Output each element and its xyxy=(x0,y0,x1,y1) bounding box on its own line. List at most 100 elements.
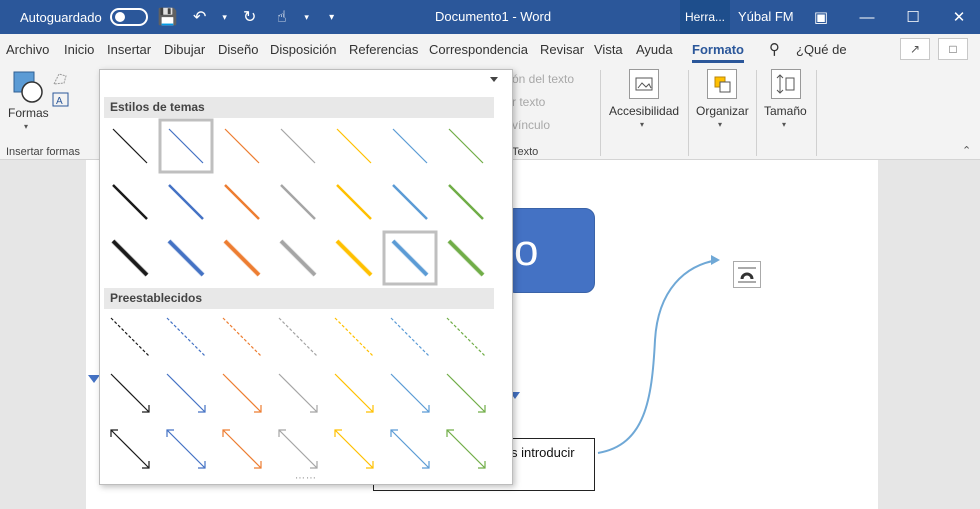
preset-style-gray-row1[interactable] xyxy=(278,317,318,357)
tab-diseno[interactable]: Diseño xyxy=(218,42,258,57)
size-dropdown-icon[interactable]: ▾ xyxy=(782,120,786,129)
autosave-label: Autoguardado xyxy=(20,9,102,25)
text-direction-button[interactable]: ón del texto xyxy=(512,72,574,86)
text-box-icon[interactable]: A xyxy=(52,92,70,108)
curved-arrow-connector[interactable] xyxy=(590,250,730,460)
drawing-tools-tab[interactable]: Herra... xyxy=(680,0,730,34)
touch-dropdown-icon[interactable]: ▾ xyxy=(302,12,312,23)
accessibility-dropdown-icon[interactable]: ▾ xyxy=(640,120,644,129)
theme-style-gold-row2[interactable] xyxy=(336,184,372,220)
preset-style-blue-row1[interactable] xyxy=(166,317,206,357)
close-icon[interactable]: ✕ xyxy=(936,0,980,34)
tab-revisar[interactable]: Revisar xyxy=(540,42,584,57)
preset-style-gray-row2[interactable] xyxy=(278,373,318,413)
preset-style-green-row1[interactable] xyxy=(446,317,486,357)
edit-shape-icon[interactable] xyxy=(52,72,74,86)
theme-style-black-row2[interactable] xyxy=(112,184,148,220)
arrange-dropdown-icon[interactable]: ▾ xyxy=(718,120,722,129)
preset-style-black-row1[interactable] xyxy=(110,317,150,357)
ribbon-display-icon[interactable]: ▣ xyxy=(798,0,844,34)
preset-style-green-row3[interactable] xyxy=(446,429,486,469)
preset-style-gold-row2[interactable] xyxy=(334,373,374,413)
theme-style-black-row1[interactable] xyxy=(112,128,148,164)
minimize-icon[interactable]: — xyxy=(844,0,890,34)
collapse-ribbon-icon[interactable]: ⌃ xyxy=(962,144,971,157)
tab-vista[interactable]: Vista xyxy=(594,42,623,57)
undo-dropdown-icon[interactable]: ▾ xyxy=(220,12,230,23)
theme-style-lightblue-row1[interactable] xyxy=(392,128,428,164)
preset-style-gray-row3[interactable] xyxy=(278,429,318,469)
maximize-icon[interactable]: ☐ xyxy=(890,0,936,34)
tab-dibujar[interactable]: Dibujar xyxy=(164,42,205,57)
tab-ayuda[interactable]: Ayuda xyxy=(636,42,673,57)
theme-styles-grid xyxy=(111,118,485,286)
tab-insertar[interactable]: Insertar xyxy=(107,42,151,57)
tab-disposicion[interactable]: Disposición xyxy=(270,42,336,57)
theme-style-gray-row1[interactable] xyxy=(280,128,316,164)
size-icon[interactable] xyxy=(771,69,801,99)
theme-style-orange-row3[interactable] xyxy=(223,239,261,277)
tell-me-search[interactable]: ¿Qué de xyxy=(796,42,847,57)
tab-archivo[interactable]: Archivo xyxy=(6,42,49,57)
theme-style-blue-row3[interactable] xyxy=(167,239,205,277)
theme-style-green-row1[interactable] xyxy=(448,128,484,164)
search-icon[interactable]: ⚲ xyxy=(769,40,780,58)
align-text-button[interactable]: r texto xyxy=(512,95,545,109)
size-button[interactable]: Tamaño xyxy=(764,104,807,118)
theme-style-gold-row1[interactable] xyxy=(336,128,372,164)
tab-formato[interactable]: Formato xyxy=(692,42,744,63)
touch-mode-icon[interactable]: ☝ xyxy=(270,7,294,27)
preset-style-black-row3[interactable] xyxy=(110,429,150,469)
accessibility-button[interactable]: Accesibilidad xyxy=(609,104,679,118)
preset-style-blue-row3[interactable] xyxy=(166,429,206,469)
preset-style-orange-row3[interactable] xyxy=(222,429,262,469)
shapes-icon[interactable] xyxy=(12,70,46,104)
arrange-button[interactable]: Organizar xyxy=(696,104,749,118)
blue-rounded-shape[interactable]: o xyxy=(505,208,595,293)
resize-gripper[interactable]: ⋯⋯ xyxy=(295,473,317,484)
shape-styles-gallery: Estilos de temas Preestablecidos ⋯⋯ xyxy=(99,69,513,485)
ribbon-separator xyxy=(600,70,601,156)
create-link-button[interactable]: vínculo xyxy=(512,118,550,132)
theme-style-lightblue-row2[interactable] xyxy=(392,184,428,220)
tab-inicio[interactable]: Inicio xyxy=(64,42,94,57)
customize-toolbar-icon[interactable]: ▾ xyxy=(320,12,344,23)
redo-icon[interactable]: ↻ xyxy=(238,7,262,27)
theme-style-lightblue-row3[interactable] xyxy=(382,230,438,286)
theme-style-green-row2[interactable] xyxy=(448,184,484,220)
tab-correspondencia[interactable]: Correspondencia xyxy=(429,42,528,57)
alt-text-icon[interactable] xyxy=(629,69,659,99)
preset-style-gold-row1[interactable] xyxy=(334,317,374,357)
gallery-dropdown-icon[interactable] xyxy=(490,77,498,82)
comments-icon[interactable]: □ xyxy=(938,38,968,60)
preset-style-green-row2[interactable] xyxy=(446,373,486,413)
arrange-icon[interactable] xyxy=(707,69,737,99)
preset-style-lightblue-row1[interactable] xyxy=(390,317,430,357)
user-name[interactable]: Yúbal FM xyxy=(738,9,794,24)
theme-style-black-row3[interactable] xyxy=(111,239,149,277)
theme-style-gold-row3[interactable] xyxy=(335,239,373,277)
shapes-button[interactable]: Formas xyxy=(8,106,49,120)
undo-icon[interactable]: ↶ xyxy=(188,7,212,27)
theme-style-gray-row2[interactable] xyxy=(280,184,316,220)
theme-style-blue-row2[interactable] xyxy=(168,184,204,220)
layout-options-icon[interactable] xyxy=(733,261,761,288)
preset-style-orange-row2[interactable] xyxy=(222,373,262,413)
theme-style-orange-row1[interactable] xyxy=(224,128,260,164)
preset-style-lightblue-row2[interactable] xyxy=(390,373,430,413)
share-icon[interactable]: ↗ xyxy=(900,38,930,60)
theme-style-blue-row1[interactable] xyxy=(158,118,214,174)
preset-style-gold-row3[interactable] xyxy=(334,429,374,469)
shapes-dropdown-icon[interactable]: ▾ xyxy=(24,122,28,131)
preset-style-lightblue-row3[interactable] xyxy=(390,429,430,469)
preset-style-blue-row2[interactable] xyxy=(166,373,206,413)
tab-referencias[interactable]: Referencias xyxy=(349,42,418,57)
save-icon[interactable]: 💾 xyxy=(156,7,180,27)
ribbon-separator xyxy=(816,70,817,156)
preset-style-orange-row1[interactable] xyxy=(222,317,262,357)
theme-style-orange-row2[interactable] xyxy=(224,184,260,220)
preset-style-black-row2[interactable] xyxy=(110,373,150,413)
autosave-toggle[interactable] xyxy=(109,8,148,26)
theme-style-green-row3[interactable] xyxy=(447,239,485,277)
theme-style-gray-row3[interactable] xyxy=(279,239,317,277)
